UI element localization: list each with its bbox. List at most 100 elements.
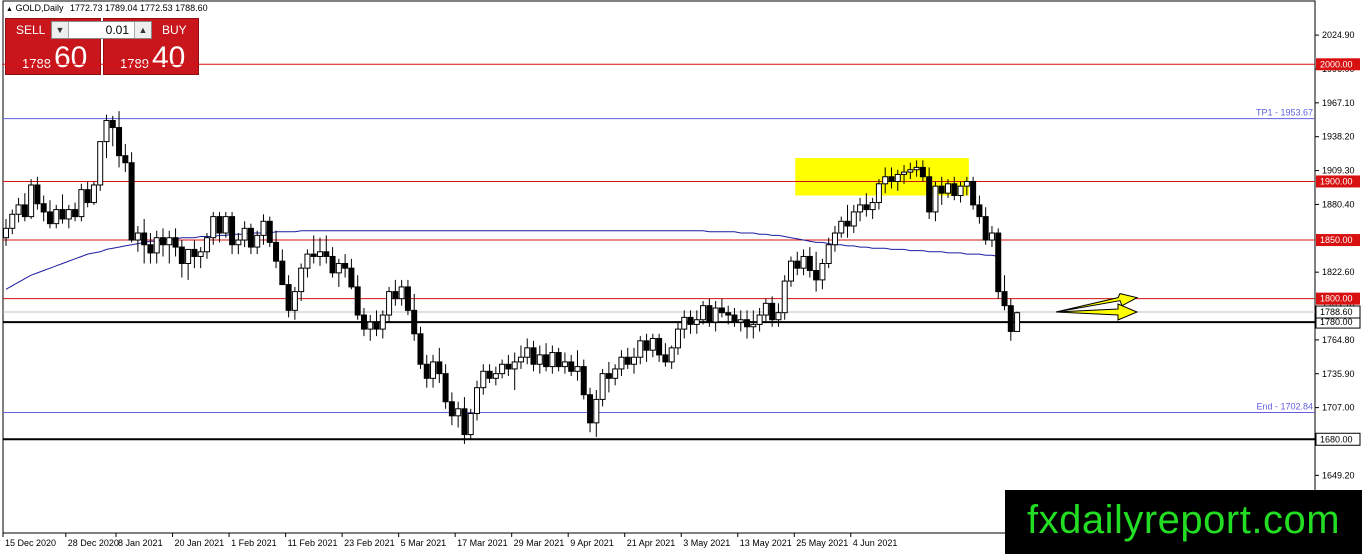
- candle-bull[interactable]: [53, 209, 60, 225]
- candle-bear[interactable]: [59, 209, 66, 220]
- candle-bear[interactable]: [995, 232, 1002, 293]
- candle-bull[interactable]: [185, 248, 192, 264]
- candle-bear[interactable]: [605, 373, 612, 379]
- candle-bull[interactable]: [511, 361, 518, 370]
- collapse-icon[interactable]: ▲: [6, 6, 13, 13]
- candle-bull[interactable]: [819, 262, 826, 281]
- candle-bear[interactable]: [417, 333, 424, 365]
- candle-bull[interactable]: [599, 373, 606, 400]
- candle-bull[interactable]: [379, 314, 386, 330]
- candle-bear[interactable]: [373, 321, 380, 330]
- candle-bear[interactable]: [436, 361, 443, 375]
- candle-bull[interactable]: [737, 319, 744, 323]
- candle-bull[interactable]: [480, 370, 487, 389]
- candle-bear[interactable]: [216, 216, 223, 234]
- candle-bear[interactable]: [794, 260, 801, 269]
- candle-bear[interactable]: [329, 255, 336, 274]
- candle-bull[interactable]: [203, 237, 210, 253]
- candle-bear[interactable]: [172, 237, 179, 248]
- candle-bull[interactable]: [963, 180, 970, 187]
- candle-bull[interactable]: [700, 305, 707, 321]
- candle-bear[interactable]: [643, 340, 650, 351]
- candle-bull[interactable]: [869, 202, 876, 211]
- candle-bear[interactable]: [806, 255, 813, 272]
- candle-bear[interactable]: [919, 166, 926, 178]
- candle-bull[interactable]: [260, 220, 267, 236]
- candle-bull[interactable]: [28, 184, 35, 218]
- candle-bear[interactable]: [122, 155, 129, 164]
- candle-bull[interactable]: [65, 209, 72, 220]
- candle-bear[interactable]: [323, 251, 330, 257]
- candle-bear[interactable]: [938, 185, 945, 194]
- candle-bull[interactable]: [712, 307, 719, 323]
- candle-bull[interactable]: [800, 255, 807, 269]
- candle-bull[interactable]: [593, 398, 600, 424]
- candle-bull[interactable]: [153, 237, 160, 254]
- candle-bull[interactable]: [430, 361, 437, 379]
- candle-bear[interactable]: [392, 291, 399, 300]
- candle-bear[interactable]: [813, 270, 820, 281]
- candle-bull[interactable]: [78, 189, 85, 218]
- candle-bull[interactable]: [474, 387, 480, 414]
- candle-bear[interactable]: [543, 354, 550, 368]
- candle-bear[interactable]: [461, 408, 468, 436]
- candle-bull[interactable]: [9, 213, 16, 229]
- candle-bear[interactable]: [769, 302, 776, 321]
- candle-bear[interactable]: [530, 347, 537, 365]
- candle-bull[interactable]: [317, 251, 323, 257]
- candle-bear[interactable]: [624, 356, 631, 365]
- candle-bear[interactable]: [354, 286, 361, 316]
- candle-bear[interactable]: [360, 314, 367, 330]
- candle-bear[interactable]: [266, 220, 273, 243]
- candle-bull[interactable]: [901, 171, 908, 175]
- candle-bull[interactable]: [612, 368, 619, 379]
- candle-bull[interactable]: [631, 356, 637, 365]
- candle-bull[interactable]: [850, 211, 857, 227]
- candle-bear[interactable]: [147, 244, 154, 254]
- candle-bull[interactable]: [561, 361, 568, 368]
- chevron-down-icon[interactable]: ▼: [52, 22, 69, 38]
- candle-bull[interactable]: [241, 227, 248, 241]
- candle-bull[interactable]: [298, 267, 305, 293]
- candle-bear[interactable]: [160, 237, 166, 246]
- candle-bear[interactable]: [926, 176, 933, 213]
- candle-bear[interactable]: [448, 401, 455, 417]
- candle-bear[interactable]: [662, 354, 669, 363]
- candle-bull[interactable]: [536, 354, 543, 365]
- candle-bear[interactable]: [976, 204, 983, 218]
- candle-bull[interactable]: [304, 253, 311, 269]
- candle-bull[interactable]: [386, 291, 393, 316]
- candle-bull[interactable]: [291, 291, 298, 311]
- candle-bull[interactable]: [467, 412, 474, 436]
- candle-bear[interactable]: [844, 220, 851, 227]
- candle-bull[interactable]: [649, 337, 656, 351]
- candle-bear[interactable]: [1007, 305, 1014, 332]
- candle-bear[interactable]: [404, 286, 411, 311]
- candle-bull[interactable]: [831, 232, 838, 246]
- candle-bear[interactable]: [725, 312, 732, 316]
- candle-bear[interactable]: [744, 319, 751, 328]
- candle-bull[interactable]: [134, 232, 141, 241]
- candle-bear[interactable]: [1001, 291, 1008, 307]
- candle-bear[interactable]: [687, 316, 694, 325]
- price-chart[interactable]: TP1 - 1953.67End - 1702.842024.901996.00…: [0, 0, 1362, 554]
- candle-bull[interactable]: [988, 232, 995, 241]
- lot-size-value[interactable]: 0.01: [106, 23, 129, 37]
- candle-bull[interactable]: [166, 237, 173, 246]
- candle-bear[interactable]: [442, 373, 449, 403]
- candle-bull[interactable]: [945, 183, 951, 194]
- candle-bull[interactable]: [894, 173, 901, 182]
- candle-bear[interactable]: [486, 370, 493, 379]
- candle-bull[interactable]: [882, 176, 889, 185]
- chevron-up-icon[interactable]: ▲: [134, 22, 151, 38]
- candle-bull[interactable]: [907, 169, 914, 173]
- candle-bear[interactable]: [310, 253, 317, 257]
- candle-bull[interactable]: [668, 347, 675, 363]
- candle-bear[interactable]: [718, 307, 725, 314]
- candle-bear[interactable]: [247, 227, 254, 248]
- candle-bull[interactable]: [775, 312, 782, 321]
- candle-bull[interactable]: [781, 280, 788, 314]
- candle-bull[interactable]: [210, 216, 217, 239]
- candle-bear[interactable]: [342, 262, 349, 269]
- candle-bull[interactable]: [499, 363, 506, 375]
